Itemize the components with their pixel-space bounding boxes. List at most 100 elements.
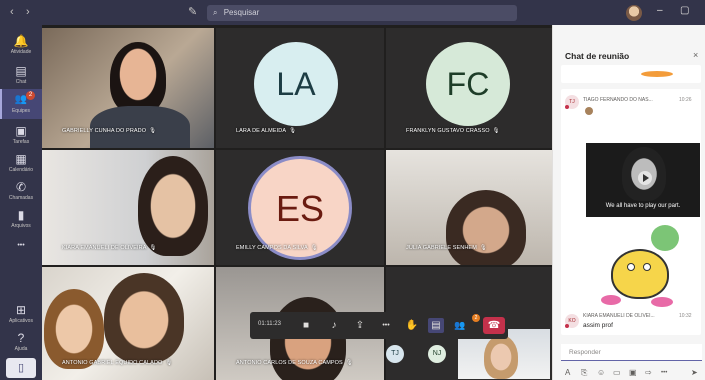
sticker-image [585,107,593,115]
meeting-stage: GABRIELLY CUNHA DO PRADO 🎙 LA LARA DE ALM… [42,25,552,380]
gif-caption: We all have to play our part. [605,203,681,209]
participants-icon[interactable]: 👥 [452,318,468,333]
rail-item-chat[interactable]: ▤ Chat [0,61,42,89]
chat-icon: ▤ [15,64,27,78]
gif-image[interactable]: We all have to play our part. [586,143,700,217]
notification-badge: 2 [26,91,35,100]
search-placeholder: Pesquisar [223,8,260,17]
send-icon[interactable]: ➤ [691,368,698,377]
sticker-icon[interactable]: ▣ [629,368,637,377]
participant-avatar: LA [254,42,338,126]
participant-video [104,273,184,363]
rail-label: Chat [15,79,27,85]
rail-label: Aplicativos [9,318,33,324]
message-author: KIARA EMANUELI DE OLIVEI... [583,313,655,319]
more-actions-icon[interactable]: ••• [378,318,394,333]
participant-name: EMILLY CAMPOS DA SILVA 🎙 [236,245,318,251]
rail-label: Equipes [11,108,31,114]
title-bar: ‹ › ✎ ⌕ Pesquisar – ▢ [0,0,705,25]
message-time: 10:26 [679,97,692,103]
forward-arrow-icon[interactable]: › [26,6,30,18]
format-icon[interactable]: A [565,368,570,377]
app-rail: 🔔 Atividade ▤ Chat 👥 Equipes 2 ▣ Tarefas… [0,25,42,380]
rail-label: Atividade [10,49,32,55]
rail-item-calendar[interactable]: ▦ Calendário [0,149,42,177]
chat-toggle-icon[interactable]: ▤ [428,318,444,333]
rail-item-more[interactable]: ••• [0,239,42,255]
play-icon[interactable] [638,171,652,185]
rail-item-apps[interactable]: ⊞ Aplicativos [0,301,42,327]
calendar-icon: ▦ [15,152,27,166]
call-controls: 01:11:23 ■ ♪ ⇪ ••• ✋ ▤ 👥 2 ☎ [250,312,508,339]
rail-item-help[interactable]: ? Ajuda [0,329,42,355]
assignments-icon: ▣ [15,124,27,138]
raise-hand-icon[interactable]: ✋ [404,318,420,333]
rail-item-files[interactable]: ▮ Arquivos [0,205,42,233]
share-screen-icon[interactable]: ⇪ [352,318,368,333]
participant-avatar-small: NJ [428,345,446,363]
chat-message[interactable]: KO KIARA EMANUELI DE OLIVEI... 10:32 ass… [561,307,701,335]
participant-avatar-small: TJ [386,345,404,363]
more-icon: ••• [17,242,25,249]
gif-icon[interactable]: ▭ [613,368,621,377]
mic-icon: 🎙 [149,245,157,251]
participant-video [110,42,166,114]
participant-video-body [90,106,190,148]
teams-icon: 👥 [14,94,28,105]
participant-avatar: FC [426,42,510,126]
bell-icon: 🔔 [13,34,29,48]
participant-name: ANTONIO GABRIEL EQUIDO CALADO 🎙 [62,360,173,366]
message-text: assim prof [583,322,613,329]
participant-tile[interactable]: ES EMILLY CAMPOS DA SILVA 🎙 [216,150,384,265]
self-video-person [484,335,518,379]
participant-name: FRANKLYN GUSTAVO CRASSO 🎙 [406,128,500,134]
rail-item-activity[interactable]: 🔔 Atividade [0,31,42,59]
participant-tile[interactable]: ANTONIO GABRIEL EQUIDO CALADO 🎙 [42,267,214,380]
phone-icon: ✆ [15,180,27,194]
device-icon[interactable]: ▯ [6,358,36,378]
participant-tile[interactable]: LA LARA DE ALMEIDA 🎙 [216,28,384,148]
microphone-icon[interactable]: ♪ [326,318,342,333]
participant-name: ANTONIO CARLOS DE SOUZA CAMPOS 🎙 [236,360,353,366]
camera-icon[interactable]: ■ [298,318,314,333]
sticker-image [641,71,673,77]
maximize-icon[interactable]: ▢ [680,5,689,16]
participant-tile[interactable]: JULIA GABRIELE SENHEM 🎙 [386,150,552,265]
call-timer: 01:11:23 [258,321,281,327]
files-icon: ▮ [17,208,25,222]
compose-icon[interactable]: ✎ [188,5,197,18]
mic-icon: 🎙 [289,128,297,134]
rail-item-calls[interactable]: ✆ Chamadas [0,177,42,205]
participants-badge: 2 [472,314,480,322]
rail-label: Arquivos [11,223,31,229]
back-arrow-icon[interactable]: ‹ [10,6,14,18]
participant-video [138,156,208,256]
rail-item-teams[interactable]: 👥 Equipes 2 [0,89,42,119]
participant-tile[interactable]: GABRIELLY CUNHA DO PRADO 🎙 [42,28,214,148]
user-avatar[interactable] [626,5,642,21]
more-options-icon[interactable]: ••• [661,370,667,376]
mic-icon: 🎙 [165,360,173,366]
rail-item-assignments[interactable]: ▣ Tarefas [0,121,42,149]
participant-name: JULIA GABRIELE SENHEM 🎙 [406,245,487,251]
sticker-image [601,225,681,311]
participant-tile[interactable]: KIARA EMANUELI DE OLIVEIRA 🎙 [42,150,214,265]
reply-input[interactable]: Responder [561,344,702,361]
emoji-icon[interactable]: ☺ [597,368,605,377]
help-icon: ? [17,331,25,345]
hang-up-button[interactable]: ☎ [483,317,505,334]
attach-icon[interactable]: ⎘ [581,368,587,378]
schedule-icon[interactable]: ⇨ [645,368,652,377]
search-icon: ⌕ [213,8,218,17]
message-avatar: TJ [565,95,579,109]
search-input[interactable]: ⌕ Pesquisar [207,5,517,21]
apps-icon: ⊞ [15,303,27,317]
participant-tile[interactable]: FC FRANKLYN GUSTAVO CRASSO 🎙 [386,28,552,148]
meeting-chat-pane: Chat de reunião × TJ TIAGO FERNANDO DO N… [552,25,705,380]
minimize-icon[interactable]: – [657,5,663,16]
participant-name: KIARA EMANUELI DE OLIVEIRA 🎙 [62,245,157,251]
rail-label: Chamadas [8,195,34,201]
participant-name: GABRIELLY CUNHA DO PRADO 🎙 [62,128,157,134]
close-icon[interactable]: × [693,50,698,60]
mic-icon: 🎙 [310,245,318,251]
